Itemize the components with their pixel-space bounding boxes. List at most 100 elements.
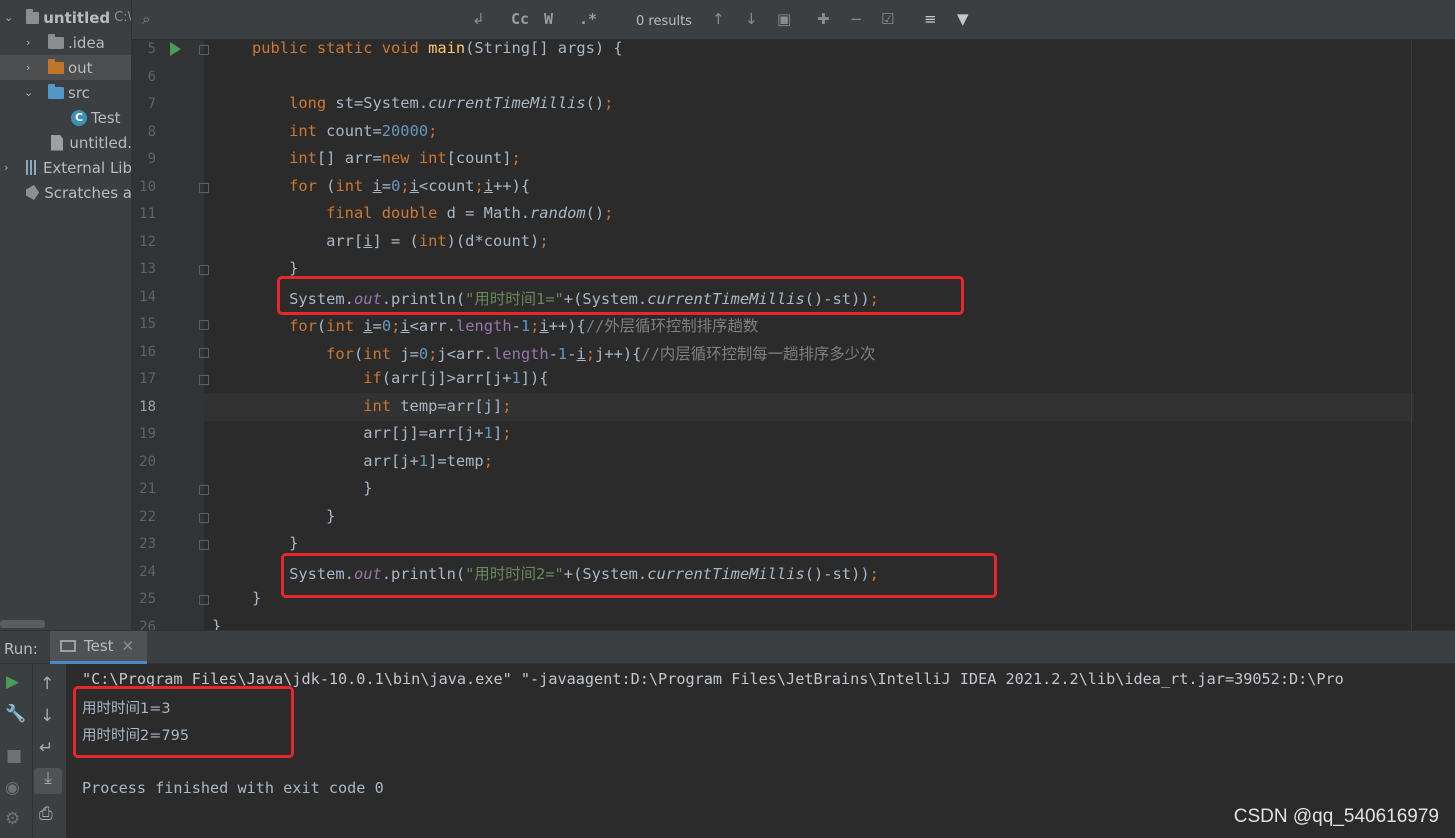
arrow-up-icon[interactable]: ↑ bbox=[712, 10, 725, 28]
search-icon[interactable]: ⌕ bbox=[142, 10, 150, 28]
tree-item-src[interactable]: ⌄ src bbox=[0, 80, 131, 105]
code-line: int count=20000; bbox=[289, 121, 438, 140]
run-tab-test[interactable]: Test ✕ bbox=[50, 631, 147, 664]
arrow-down-icon[interactable]: ↓ bbox=[40, 706, 54, 726]
arrow-down-icon[interactable]: ↓ bbox=[745, 10, 758, 28]
line-number: 11 bbox=[139, 206, 156, 222]
select-all-occurrences-icon[interactable]: ▣ bbox=[777, 10, 791, 28]
find-bar: ⌕ ↲ Cc W .* 0 results ↑ ↓ ▣ ✚ − ☑ ≡ ▼ bbox=[132, 0, 1455, 40]
chevron-down-icon[interactable]: ⌄ bbox=[4, 11, 13, 24]
tree-item-label: untitled bbox=[43, 8, 111, 27]
close-icon[interactable]: ✕ bbox=[122, 637, 135, 655]
line-number: 25 bbox=[139, 591, 156, 607]
remove-occurrence-icon[interactable]: − bbox=[850, 10, 863, 28]
watermark: CSDN @qq_540616979 bbox=[1233, 806, 1439, 827]
line-number: 19 bbox=[139, 426, 156, 442]
tree-item-idea[interactable]: › .idea bbox=[0, 30, 131, 55]
line-number: 6 bbox=[147, 68, 156, 85]
line-number: 20 bbox=[139, 453, 156, 470]
line-number: 14 bbox=[139, 288, 156, 305]
chevron-down-icon[interactable]: ⌄ bbox=[24, 86, 33, 99]
whole-words-button[interactable]: W bbox=[544, 10, 553, 28]
fold-marker-icon[interactable] bbox=[199, 485, 209, 495]
code-line: } bbox=[252, 259, 299, 277]
code-line: } bbox=[252, 479, 373, 497]
code-line: int[] arr=new int[count]; bbox=[289, 149, 521, 167]
soft-wrap-icon[interactable]: ↵ bbox=[39, 738, 53, 758]
tree-item-out[interactable]: › out bbox=[0, 55, 131, 80]
folder-icon bbox=[26, 8, 40, 24]
rerun-icon[interactable]: ▶ bbox=[6, 672, 19, 692]
select-all-icon[interactable]: ☑ bbox=[881, 10, 894, 28]
clear-history-icon[interactable]: ↲ bbox=[472, 10, 485, 28]
settings-icon[interactable]: ⚙ bbox=[5, 809, 20, 829]
fold-marker-icon[interactable] bbox=[199, 320, 209, 330]
fold-marker-icon[interactable] bbox=[199, 512, 209, 523]
horizontal-scrollbar[interactable] bbox=[0, 620, 45, 628]
line-number: 15 bbox=[139, 316, 156, 332]
chevron-right-icon[interactable]: › bbox=[26, 36, 30, 49]
code-line: int temp=arr[j]; bbox=[363, 396, 512, 415]
tree-item-test[interactable]: C Test bbox=[0, 105, 131, 130]
line-number: 10 bbox=[139, 178, 156, 195]
tree-item-label: .idea bbox=[68, 33, 105, 52]
console-tab-icon bbox=[60, 640, 76, 652]
code-line: } bbox=[252, 589, 262, 607]
filter-options-icon[interactable]: ≡ bbox=[924, 10, 937, 28]
code-line: for (int i=0;i<count;i++){ bbox=[289, 176, 531, 195]
line-number: 5 bbox=[147, 41, 156, 57]
chevron-right-icon[interactable]: › bbox=[4, 161, 8, 174]
folder-orange-icon bbox=[48, 58, 64, 74]
code-line: arr[i] = (int)(d*count); bbox=[252, 231, 549, 250]
library-icon bbox=[26, 160, 38, 175]
project-tool-window: ⌄ untitled C:\ › .idea › out ⌄ src C Tes… bbox=[0, 0, 132, 630]
line-number: 18 bbox=[139, 398, 156, 415]
code-line: final double d = Math.random(); bbox=[326, 204, 614, 222]
search-results-count: 0 results bbox=[636, 14, 692, 29]
tree-item-label: Test bbox=[91, 108, 121, 127]
run-tool-window-header: Run: Test ✕ bbox=[0, 630, 1455, 664]
match-case-button[interactable]: Cc bbox=[511, 10, 529, 28]
module-file-icon bbox=[51, 134, 64, 151]
console-line-exit: Process finished with exit code 0 bbox=[82, 779, 384, 797]
fold-marker-icon[interactable] bbox=[199, 347, 209, 358]
highlight-box-console-output bbox=[73, 686, 294, 758]
regex-button[interactable]: .* bbox=[579, 10, 597, 28]
fold-marker-icon[interactable] bbox=[199, 45, 209, 55]
source-folder-icon bbox=[48, 83, 64, 99]
tree-item-untitled[interactable]: ⌄ untitled C:\ bbox=[0, 5, 131, 30]
line-number: 8 bbox=[147, 123, 156, 140]
highlight-box-line-14 bbox=[277, 276, 964, 315]
print-icon[interactable]: ⎙ bbox=[39, 804, 53, 824]
fold-marker-icon[interactable] bbox=[199, 375, 209, 385]
camera-icon[interactable]: ◉ bbox=[5, 778, 20, 798]
highlight-box-line-24 bbox=[281, 553, 997, 598]
scroll-to-end-icon[interactable]: ⤓ bbox=[34, 768, 62, 794]
code-line: for(int j=0;j<arr.length-1-i;j++){//内层循环… bbox=[326, 344, 876, 363]
fold-marker-icon[interactable] bbox=[199, 540, 209, 550]
fold-marker-icon[interactable] bbox=[199, 182, 209, 193]
tree-item-scratches[interactable]: Scratches a bbox=[0, 180, 132, 205]
tree-item-label: Scratches a bbox=[44, 183, 132, 202]
line-number: 23 bbox=[139, 536, 156, 552]
tree-item-module-file[interactable]: untitled. bbox=[0, 130, 132, 155]
tree-item-label: External Lib bbox=[42, 158, 132, 177]
stop-icon[interactable]: ■ bbox=[6, 746, 22, 766]
chevron-right-icon[interactable]: › bbox=[26, 61, 30, 74]
fold-marker-icon[interactable] bbox=[199, 595, 209, 605]
tree-item-label: untitled. bbox=[69, 133, 132, 152]
filter-icon[interactable]: ▼ bbox=[957, 10, 969, 28]
code-line: long st=System.currentTimeMillis(); bbox=[289, 94, 614, 112]
fold-marker-icon[interactable] bbox=[199, 265, 209, 275]
code-line: } bbox=[252, 534, 299, 552]
run-main-icon[interactable] bbox=[170, 42, 181, 56]
line-number: 13 bbox=[139, 261, 156, 277]
tree-item-label: out bbox=[68, 58, 93, 77]
line-number: 21 bbox=[139, 481, 156, 497]
right-margin-guide bbox=[1411, 40, 1412, 630]
tree-item-external-libraries[interactable]: › External Lib bbox=[0, 155, 132, 180]
arrow-up-icon[interactable]: ↑ bbox=[40, 674, 54, 694]
folder-icon bbox=[48, 33, 64, 49]
wrench-icon[interactable]: 🔧 bbox=[5, 704, 26, 724]
add-occurrence-icon[interactable]: ✚ bbox=[817, 10, 830, 28]
